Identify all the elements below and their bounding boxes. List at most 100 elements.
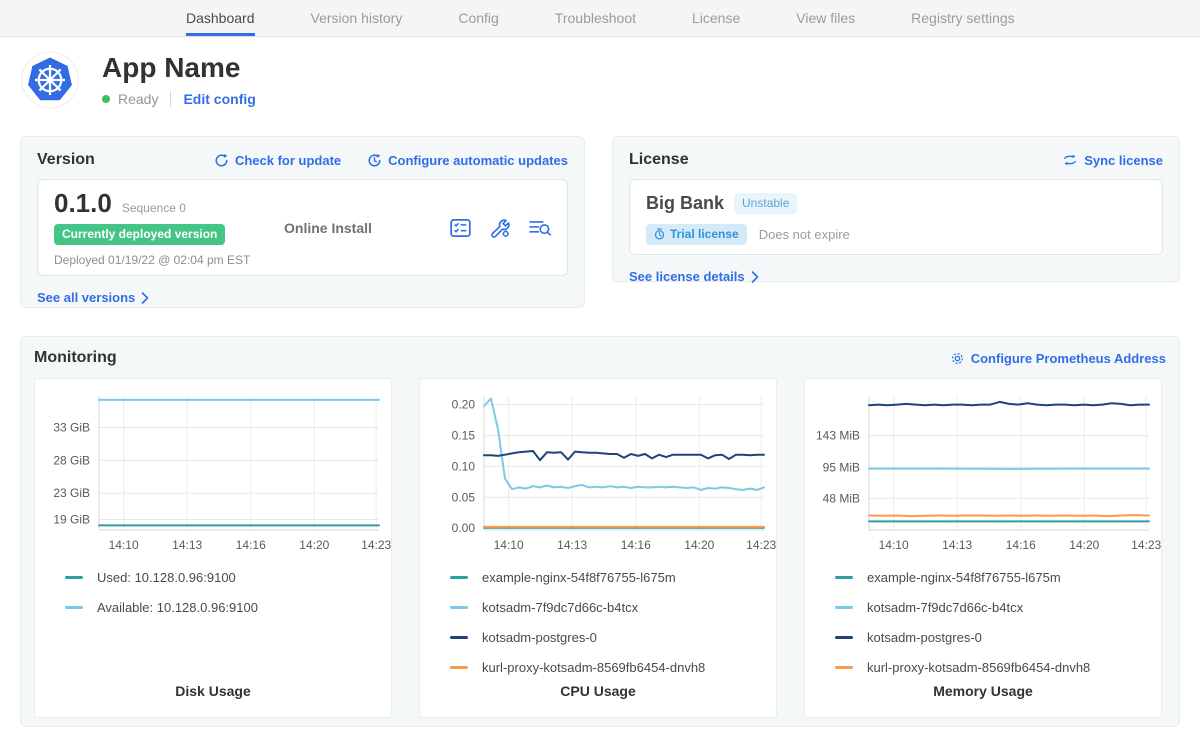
- disk-usage-chart-card: 33 GiB28 GiB23 GiB19 GiB14:1014:1314:161…: [34, 378, 392, 718]
- legend-swatch: [65, 576, 83, 579]
- see-license-details-label: See license details: [629, 269, 745, 284]
- svg-text:0.20: 0.20: [452, 398, 476, 412]
- sync-license-button[interactable]: Sync license: [1062, 153, 1163, 168]
- line-chart-svg: 143 MiB95 MiB48 MiB14:1014:1314:1614:201…: [805, 384, 1161, 560]
- svg-text:14:16: 14:16: [1006, 538, 1036, 552]
- legend-item: Available: 10.128.0.96:9100: [65, 600, 391, 615]
- svg-text:95 MiB: 95 MiB: [823, 460, 860, 474]
- svg-text:14:10: 14:10: [109, 538, 139, 552]
- expiry-text: Does not expire: [759, 227, 850, 242]
- svg-text:28 GiB: 28 GiB: [53, 453, 90, 467]
- chart-title-cpu: CPU Usage: [420, 683, 776, 717]
- app-header: App Name Ready Edit config: [20, 50, 1180, 110]
- legend-swatch: [450, 666, 468, 669]
- cpu-usage-legend: example-nginx-54f8f76755-l675mkotsadm-7f…: [420, 560, 776, 675]
- status-badge: Ready: [118, 91, 158, 107]
- deployed-version-badge: Currently deployed version: [54, 224, 225, 245]
- chevron-right-icon: [141, 292, 149, 304]
- svg-text:14:16: 14:16: [236, 538, 266, 552]
- preflight-checklist-icon[interactable]: [450, 218, 471, 238]
- divider: [170, 91, 171, 107]
- chart-title-disk: Disk Usage: [35, 683, 391, 717]
- cpu-usage-chart-card: 0.000.050.100.150.2014:1014:1314:1614:20…: [419, 378, 777, 718]
- svg-text:14:10: 14:10: [879, 538, 909, 552]
- channel-badge: Unstable: [734, 193, 797, 214]
- stopwatch-icon: [654, 228, 665, 240]
- legend-label: kotsadm-postgres-0: [867, 630, 982, 645]
- svg-text:33 GiB: 33 GiB: [53, 421, 90, 435]
- configure-prometheus-button[interactable]: Configure Prometheus Address: [950, 351, 1166, 366]
- sync-license-label: Sync license: [1084, 153, 1163, 168]
- customer-name: Big Bank: [646, 193, 724, 214]
- legend-swatch: [450, 636, 468, 639]
- version-card-title: Version: [37, 151, 95, 169]
- legend-label: Available: 10.128.0.96:9100: [97, 600, 258, 615]
- svg-text:14:20: 14:20: [299, 538, 329, 552]
- legend-label: kurl-proxy-kotsadm-8569fb6454-dnvh8: [482, 660, 705, 675]
- disk-usage-plot: 33 GiB28 GiB23 GiB19 GiB14:1014:1314:161…: [35, 379, 391, 560]
- tab-dashboard[interactable]: Dashboard: [186, 0, 255, 36]
- check-for-update-label: Check for update: [235, 153, 341, 168]
- see-all-versions-link[interactable]: See all versions: [37, 290, 149, 305]
- see-license-details-link[interactable]: See license details: [629, 269, 759, 284]
- kubernetes-logo-icon: [20, 50, 80, 110]
- legend-item: kotsadm-postgres-0: [835, 630, 1161, 645]
- svg-text:14:10: 14:10: [494, 538, 524, 552]
- legend-label: Used: 10.128.0.96:9100: [97, 570, 236, 585]
- svg-text:14:13: 14:13: [942, 538, 972, 552]
- check-for-update-button[interactable]: Check for update: [214, 153, 341, 168]
- legend-swatch: [65, 606, 83, 609]
- svg-text:14:20: 14:20: [1069, 538, 1099, 552]
- sync-icon: [1062, 153, 1078, 167]
- legend-item: kotsadm-7f9dc7d66c-b4tcx: [450, 600, 776, 615]
- wrench-gear-icon[interactable]: [489, 218, 511, 238]
- legend-item: kurl-proxy-kotsadm-8569fb6454-dnvh8: [835, 660, 1161, 675]
- svg-text:14:23: 14:23: [361, 538, 391, 552]
- legend-label: kotsadm-postgres-0: [482, 630, 597, 645]
- legend-swatch: [450, 576, 468, 579]
- svg-text:0.15: 0.15: [452, 429, 476, 443]
- chart-series-line: [869, 402, 1149, 405]
- trial-license-label: Trial license: [670, 227, 739, 241]
- configure-prometheus-label: Configure Prometheus Address: [971, 351, 1166, 366]
- cpu-usage-plot: 0.000.050.100.150.2014:1014:1314:1614:20…: [420, 379, 776, 560]
- page-title: App Name: [102, 53, 256, 84]
- top-nav: Dashboard Version history Config Trouble…: [0, 0, 1200, 37]
- deployed-timestamp: Deployed 01/19/22 @ 02:04 pm EST: [54, 253, 284, 267]
- chart-series-line: [484, 399, 764, 490]
- edit-config-link[interactable]: Edit config: [183, 91, 255, 107]
- svg-text:14:20: 14:20: [684, 538, 714, 552]
- legend-label: example-nginx-54f8f76755-l675m: [867, 570, 1061, 585]
- line-chart-svg: 33 GiB28 GiB23 GiB19 GiB14:1014:1314:161…: [35, 384, 391, 560]
- version-number: 0.1.0: [54, 188, 112, 219]
- view-logs-icon[interactable]: [529, 218, 551, 238]
- legend-item: Used: 10.128.0.96:9100: [65, 570, 391, 585]
- memory-usage-chart-card: 143 MiB95 MiB48 MiB14:1014:1314:1614:201…: [804, 378, 1162, 718]
- see-all-versions-label: See all versions: [37, 290, 135, 305]
- tab-license[interactable]: License: [692, 0, 740, 36]
- monitoring-section: Monitoring Configure Prometheus Address …: [20, 336, 1180, 727]
- legend-item: example-nginx-54f8f76755-l675m: [835, 570, 1161, 585]
- svg-text:0.00: 0.00: [452, 521, 476, 535]
- legend-item: kotsadm-7f9dc7d66c-b4tcx: [835, 600, 1161, 615]
- memory-usage-plot: 143 MiB95 MiB48 MiB14:1014:1314:1614:201…: [805, 379, 1161, 560]
- memory-usage-legend: example-nginx-54f8f76755-l675m kotsadm-7f…: [805, 560, 1161, 675]
- svg-text:23 GiB: 23 GiB: [53, 486, 90, 500]
- gear-icon: [950, 351, 965, 366]
- chart-series-line: [484, 451, 764, 460]
- status-dot: [102, 95, 110, 103]
- legend-item: kotsadm-postgres-0: [450, 630, 776, 645]
- svg-text:143 MiB: 143 MiB: [816, 429, 860, 443]
- tab-registry-settings[interactable]: Registry settings: [911, 0, 1014, 36]
- tab-config[interactable]: Config: [458, 0, 498, 36]
- svg-text:14:16: 14:16: [621, 538, 651, 552]
- license-card-title: License: [629, 151, 689, 169]
- configure-automatic-updates-button[interactable]: Configure automatic updates: [367, 153, 568, 168]
- tab-version-history[interactable]: Version history: [311, 0, 403, 36]
- legend-label: kotsadm-7f9dc7d66c-b4tcx: [867, 600, 1023, 615]
- tab-view-files[interactable]: View files: [796, 0, 855, 36]
- install-type-label: Online Install: [284, 220, 450, 236]
- tab-troubleshoot[interactable]: Troubleshoot: [555, 0, 636, 36]
- trial-license-badge: Trial license: [646, 224, 747, 245]
- chevron-right-icon: [751, 271, 759, 283]
